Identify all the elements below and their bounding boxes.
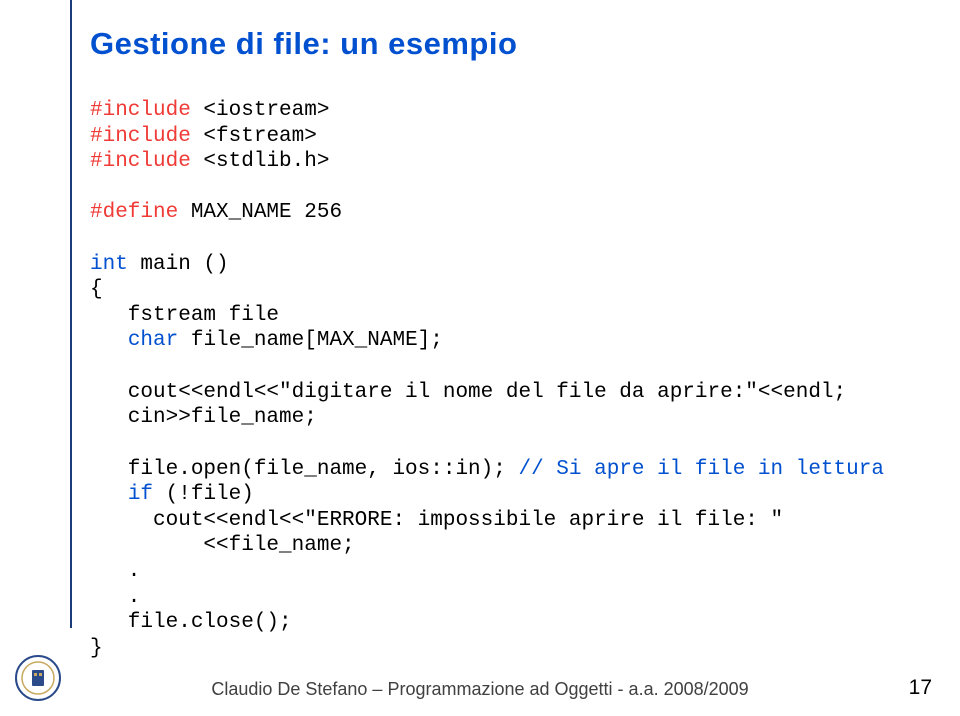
code-include-1a: #include [90,99,191,122]
code-define-a: #define [90,201,178,224]
footer-text: Claudio De Stefano – Programmazione ad O… [0,679,960,700]
left-vertical-rule [70,0,72,628]
code-define-b: MAX_NAME 256 [178,201,342,224]
code-cout3: <<file_name; [90,534,355,557]
slide-title: Gestione di file: un esempio [90,26,910,62]
code-include-2b: <fstream> [191,125,317,148]
slide-content: Gestione di file: un esempio #include <i… [90,26,910,661]
code-include-2a: #include [90,125,191,148]
code-int: int [90,253,128,276]
code-char-b: char [128,329,178,352]
code-dot1: . [90,560,140,583]
code-brace-open: { [90,278,103,301]
code-close: file.close(); [90,611,292,634]
code-include-3b: <stdlib.h> [191,150,330,173]
code-brace-close: } [90,637,103,660]
code-cout1: cout<<endl<<"digitare il nome del file d… [90,381,846,404]
code-if-a [90,483,128,506]
code-dot2: . [90,586,140,609]
code-open-comment: // Si apre il file in lettura [518,458,883,481]
page-number: 17 [909,676,932,700]
code-char-c: file_name[MAX_NAME]; [178,329,443,352]
code-char-a [90,329,128,352]
code-if-b: if [128,483,153,506]
code-cin: cin>>file_name; [90,406,317,429]
code-include-3a: #include [90,150,191,173]
code-open-a: file.open(file_name, ios::in); [90,458,518,481]
code-block: #include <iostream> #include <fstream> #… [90,98,910,661]
code-include-1b: <iostream> [191,99,330,122]
code-if-c: (!file) [153,483,254,506]
code-fstream: fstream file [90,304,279,327]
code-main: main () [128,253,229,276]
code-cout2: cout<<endl<<"ERRORE: impossibile aprire … [90,509,783,532]
